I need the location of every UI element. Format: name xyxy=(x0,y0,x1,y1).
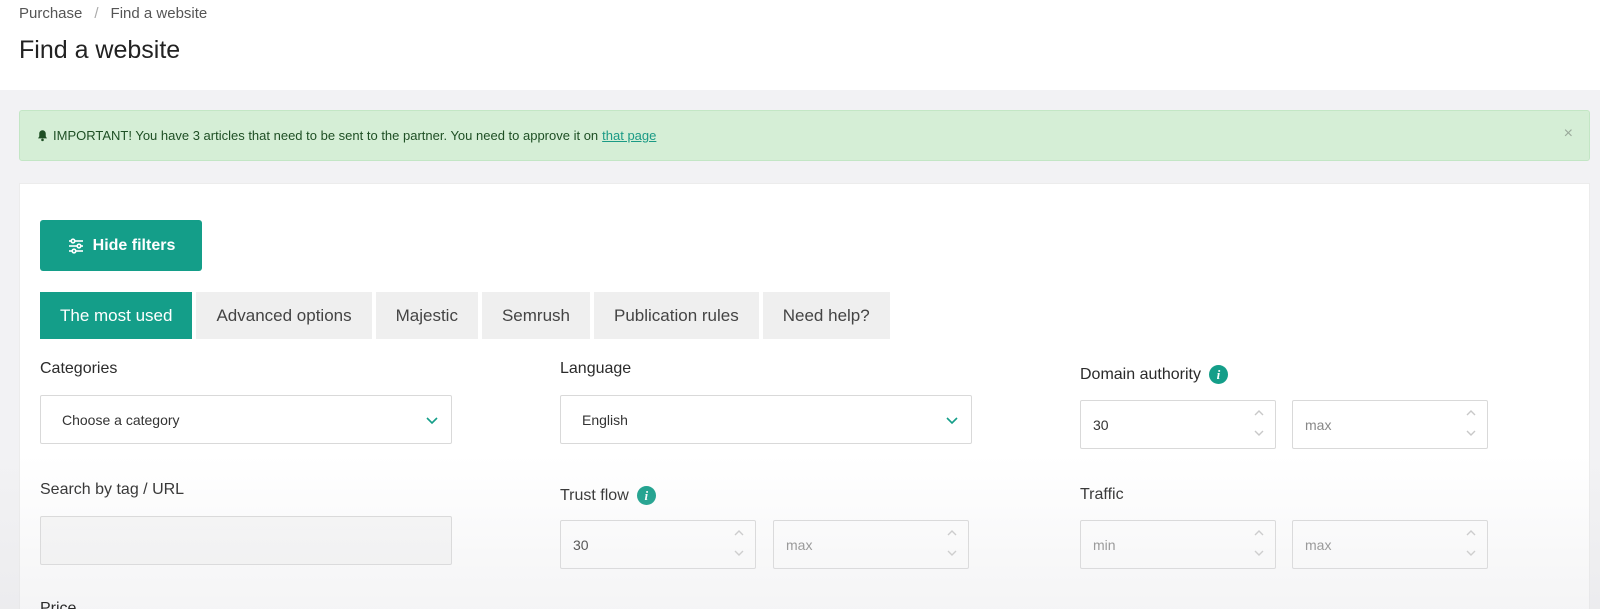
number-spinner[interactable] xyxy=(733,527,745,559)
language-label: Language xyxy=(560,360,631,378)
chevron-up-icon[interactable] xyxy=(946,527,958,539)
tab-most-used[interactable]: The most used xyxy=(40,292,193,339)
search-label: Search by tag / URL xyxy=(40,481,184,499)
breadcrumb-separator: / xyxy=(94,5,99,22)
domain-authority-label: Domain authority i xyxy=(1080,365,1228,384)
sliders-icon xyxy=(68,237,83,254)
chevron-up-icon[interactable] xyxy=(1465,407,1477,419)
chevron-down-icon[interactable] xyxy=(946,547,958,559)
trust-flow-max-placeholder: max xyxy=(786,536,813,553)
alert-text: IMPORTANT! You have 3 articles that need… xyxy=(53,128,599,143)
traffic-max-placeholder: max xyxy=(1305,536,1332,553)
domain-authority-max-input[interactable]: max xyxy=(1292,400,1488,449)
breadcrumb-purchase[interactable]: Purchase xyxy=(19,5,82,22)
chevron-down-icon[interactable] xyxy=(1253,427,1265,439)
page-title: Find a website xyxy=(19,36,181,64)
page-header: Purchase / Find a website Find a website xyxy=(0,0,1600,90)
number-spinner[interactable] xyxy=(946,527,958,559)
price-label: Price xyxy=(40,600,77,609)
categories-select[interactable]: Choose a category xyxy=(40,395,452,444)
trust-flow-min-value: 30 xyxy=(573,536,589,553)
chevron-down-icon xyxy=(426,417,438,425)
trust-flow-max-input[interactable]: max xyxy=(773,520,969,569)
number-spinner[interactable] xyxy=(1253,527,1265,559)
chevron-down-icon[interactable] xyxy=(1465,427,1477,439)
bell-icon xyxy=(38,130,47,142)
categories-value: Choose a category xyxy=(62,411,180,428)
trust-flow-min-input[interactable]: 30 xyxy=(560,520,756,569)
close-icon[interactable]: × xyxy=(1564,125,1573,143)
traffic-label: Traffic xyxy=(1080,486,1124,504)
traffic-min-placeholder: min xyxy=(1093,536,1116,553)
tab-need-help[interactable]: Need help? xyxy=(762,292,890,339)
traffic-label-text: Traffic xyxy=(1080,486,1124,503)
chevron-down-icon[interactable] xyxy=(1253,547,1265,559)
chevron-up-icon[interactable] xyxy=(733,527,745,539)
tab-publication-rules[interactable]: Publication rules xyxy=(594,292,759,339)
chevron-up-icon[interactable] xyxy=(1465,527,1477,539)
domain-authority-max-placeholder: max xyxy=(1305,416,1332,433)
traffic-min-input[interactable]: min xyxy=(1080,520,1276,569)
trust-flow-label: Trust flow i xyxy=(560,486,656,505)
tab-advanced-options[interactable]: Advanced options xyxy=(196,292,372,339)
hide-filters-label: Hide filters xyxy=(92,236,176,254)
alert-link[interactable]: that page xyxy=(602,128,656,143)
chevron-down-icon[interactable] xyxy=(733,547,745,559)
language-value: English xyxy=(582,411,628,428)
important-alert: IMPORTANT! You have 3 articles that need… xyxy=(19,110,1590,161)
number-spinner[interactable] xyxy=(1465,527,1477,559)
domain-authority-min-input[interactable]: 30 xyxy=(1080,400,1276,449)
language-label-text: Language xyxy=(560,360,632,377)
number-spinner[interactable] xyxy=(1465,407,1477,439)
language-select[interactable]: English xyxy=(560,395,972,444)
chevron-down-icon[interactable] xyxy=(1465,547,1477,559)
traffic-max-input[interactable]: max xyxy=(1292,520,1488,569)
trust-flow-label-text: Trust flow xyxy=(560,486,629,504)
search-tag-url-input[interactable] xyxy=(40,516,452,565)
domain-authority-min-value: 30 xyxy=(1093,416,1109,433)
domain-authority-label-text: Domain authority xyxy=(1080,365,1201,383)
tab-majestic[interactable]: Majestic xyxy=(375,292,478,339)
filter-tabs: The most used Advanced options Majestic … xyxy=(40,292,890,339)
tab-semrush[interactable]: Semrush xyxy=(481,292,590,339)
info-icon[interactable]: i xyxy=(636,486,656,505)
categories-label-text: Categories xyxy=(40,360,118,377)
chevron-up-icon[interactable] xyxy=(1253,527,1265,539)
breadcrumb-current: Find a website xyxy=(110,5,208,22)
info-icon[interactable]: i xyxy=(1208,365,1228,384)
hide-filters-button[interactable]: Hide filters xyxy=(40,220,202,271)
search-label-text: Search by tag / URL xyxy=(40,481,185,498)
breadcrumb: Purchase / Find a website xyxy=(19,5,207,22)
chevron-down-icon xyxy=(946,417,958,425)
chevron-up-icon[interactable] xyxy=(1253,407,1265,419)
categories-label: Categories xyxy=(40,360,117,378)
number-spinner[interactable] xyxy=(1253,407,1265,439)
